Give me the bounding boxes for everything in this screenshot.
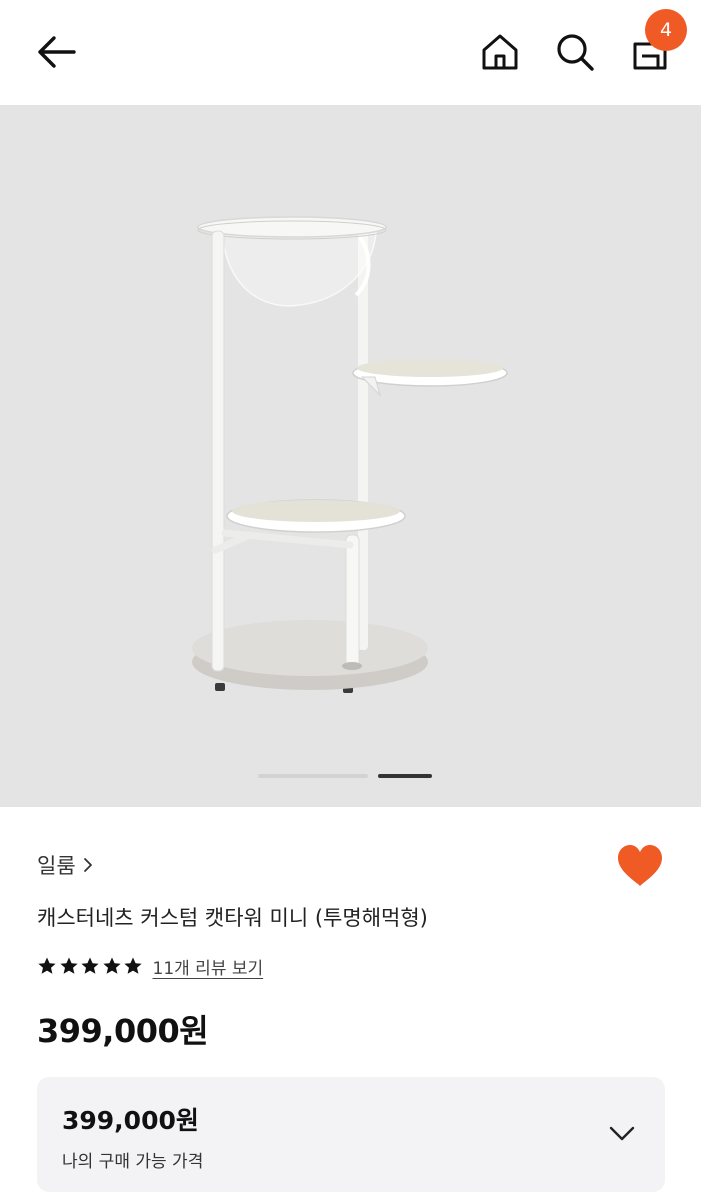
star-icon: [59, 957, 78, 974]
search-icon[interactable]: [553, 30, 597, 74]
review-link[interactable]: 11개 리뷰 보기: [153, 954, 264, 979]
rating-row: 11개 리뷰 보기: [37, 953, 263, 979]
back-button[interactable]: [32, 30, 80, 74]
my-price-dropdown[interactable]: 399,000원 나의 구매 가능 가격: [37, 1077, 665, 1192]
my-price-value: 399,000원: [62, 1106, 199, 1135]
product-image: [192, 216, 508, 693]
home-icon[interactable]: [478, 30, 522, 74]
star-icon: [81, 957, 99, 974]
star-icon: [38, 957, 56, 974]
pagination-dot-active[interactable]: [378, 774, 432, 778]
cart-count-badge: 4: [645, 9, 687, 51]
chevron-right-icon: [83, 858, 92, 872]
product-price: 399,000원: [37, 1012, 209, 1050]
brand-link[interactable]: 일룸: [37, 850, 94, 880]
star-rating: [37, 956, 145, 976]
product-title: 캐스터네츠 커스텀 캣타워 미니 (투명해먹형): [37, 906, 428, 930]
product-image-gallery[interactable]: [0, 105, 701, 807]
heart-icon[interactable]: [615, 843, 665, 889]
top-app-bar: 4: [0, 0, 701, 105]
pagination-dot[interactable]: [258, 774, 368, 778]
my-price-label: 나의 구매 가능 가격: [62, 1152, 204, 1172]
chevron-down-icon[interactable]: [607, 1122, 637, 1144]
gallery-pagination: [258, 774, 438, 778]
star-icon: [124, 957, 142, 974]
brand-name: 일룸: [37, 854, 76, 878]
star-icon: [102, 957, 121, 974]
